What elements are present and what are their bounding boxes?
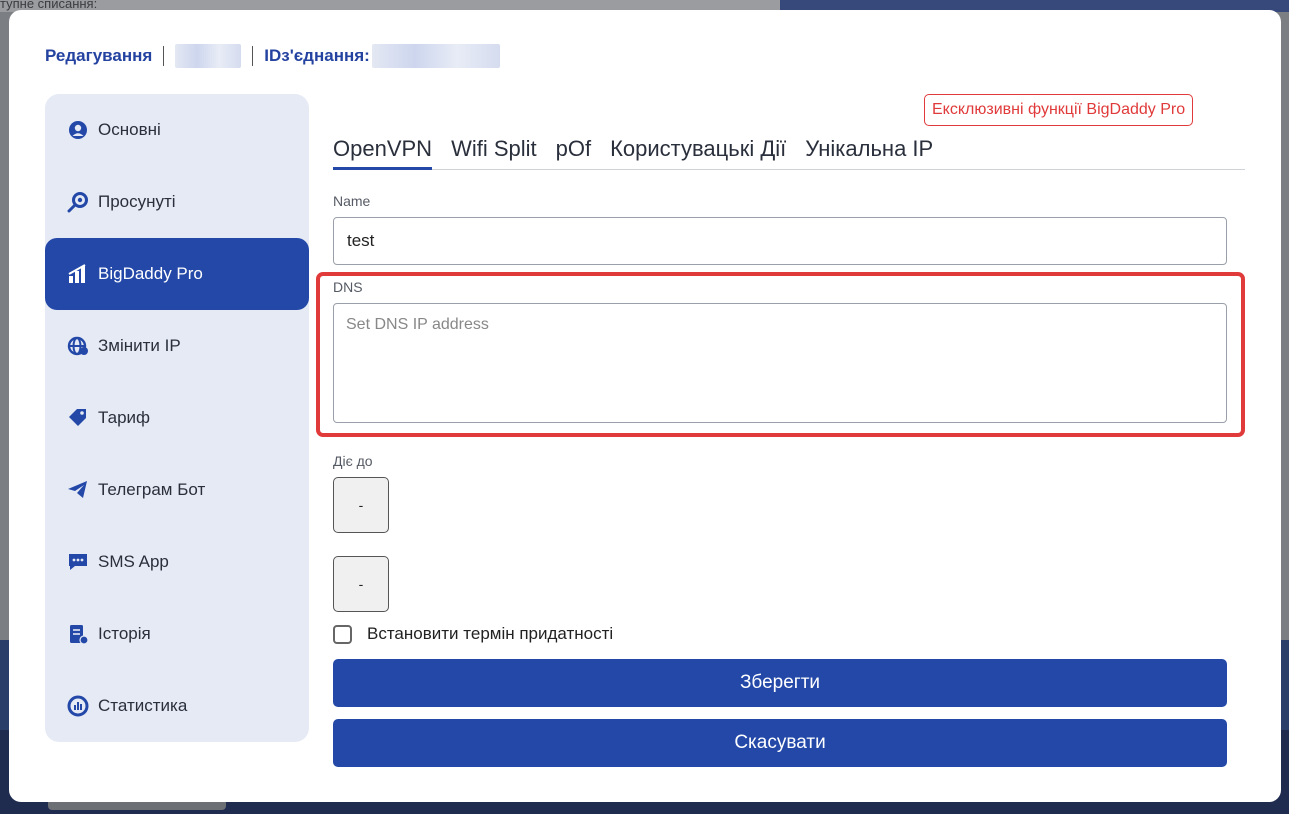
valid-until-date-button[interactable]: -	[333, 477, 389, 533]
sidebar-item-label: SMS App	[98, 552, 169, 571]
sidebar-item-bigdaddy-pro[interactable]: BigDaddy Pro	[45, 238, 309, 310]
sidebar-item-telegram-bot[interactable]: Телеграм Бот	[45, 454, 309, 526]
sidebar-item-label: Історія	[98, 624, 151, 643]
chart-bars-icon	[67, 263, 89, 285]
tab-wifi-split[interactable]: Wifi Split	[451, 136, 537, 170]
user-circle-icon	[67, 119, 89, 141]
edit-connection-modal: Редагування IDз'єднання: Основні Просуну…	[9, 10, 1281, 802]
sidebar-item-label: Основні	[98, 120, 161, 139]
sidebar-item-basic[interactable]: Основні	[45, 94, 309, 166]
tag-icon	[67, 407, 89, 429]
redacted-connection-id	[371, 44, 500, 68]
dns-textarea[interactable]: Set DNS IP address	[333, 303, 1227, 423]
sidebar-item-change-ip[interactable]: Змінити IP	[45, 310, 309, 382]
expiry-checkbox-row[interactable]: Встановити термін придатності	[333, 624, 613, 644]
sidebar-item-sms-app[interactable]: SMS App	[45, 526, 309, 598]
sidebar-item-label: Просунуті	[98, 192, 176, 211]
sidebar-item-label: Тариф	[98, 408, 151, 427]
cancel-button[interactable]: Скасувати	[333, 719, 1227, 767]
tab-unique-ip[interactable]: Унікальна IP	[805, 136, 933, 170]
valid-until-time-button[interactable]: -	[333, 556, 389, 612]
header-separator	[252, 46, 254, 66]
name-label: Name	[333, 193, 371, 209]
feature-tabs: OpenVPN Wifi Split pOf Користувацькі Дії…	[333, 136, 1245, 170]
expiry-checkbox[interactable]	[333, 624, 352, 644]
connection-id-label: IDз'єднання:	[264, 46, 370, 65]
name-field[interactable]: test	[333, 217, 1227, 265]
pro-features-badge[interactable]: Ексклюзивні функції BigDaddy Pro	[924, 94, 1194, 126]
sidebar-item-advanced[interactable]: Просунуті	[45, 166, 309, 238]
save-button[interactable]: Зберегти	[333, 659, 1227, 707]
sidebar-item-label: Статистика	[98, 696, 188, 715]
settings-sidebar: Основні Просунуті BigDaddy Pro Змінити I…	[45, 94, 309, 742]
expiry-checkbox-label: Встановити термін придатності	[367, 624, 614, 643]
redacted-name	[175, 44, 242, 68]
sidebar-item-label: Змінити IP	[98, 336, 181, 355]
telegram-icon	[67, 479, 89, 501]
sidebar-item-label: Телеграм Бот	[98, 480, 206, 499]
dns-label: DNS	[333, 279, 363, 295]
modal-header: Редагування IDз'єднання:	[45, 44, 500, 68]
sidebar-item-statistics[interactable]: Статистика	[45, 670, 309, 742]
tab-openvpn[interactable]: OpenVPN	[333, 136, 433, 170]
tab-custom-actions[interactable]: Користувацькі Дії	[610, 136, 786, 170]
valid-until-label: Діє до	[333, 453, 373, 469]
gear-search-icon	[67, 191, 89, 213]
sidebar-item-history[interactable]: Історія	[45, 598, 309, 670]
globe-pin-icon	[67, 335, 89, 357]
sidebar-item-tariff[interactable]: Тариф	[45, 382, 309, 454]
header-separator	[163, 46, 165, 66]
tab-pof[interactable]: pOf	[556, 136, 591, 170]
chat-bubble-icon	[67, 551, 89, 573]
pie-chart-icon	[67, 695, 89, 717]
document-icon	[67, 623, 89, 645]
sidebar-item-label: BigDaddy Pro	[98, 264, 203, 283]
edit-title: Редагування	[45, 46, 153, 65]
